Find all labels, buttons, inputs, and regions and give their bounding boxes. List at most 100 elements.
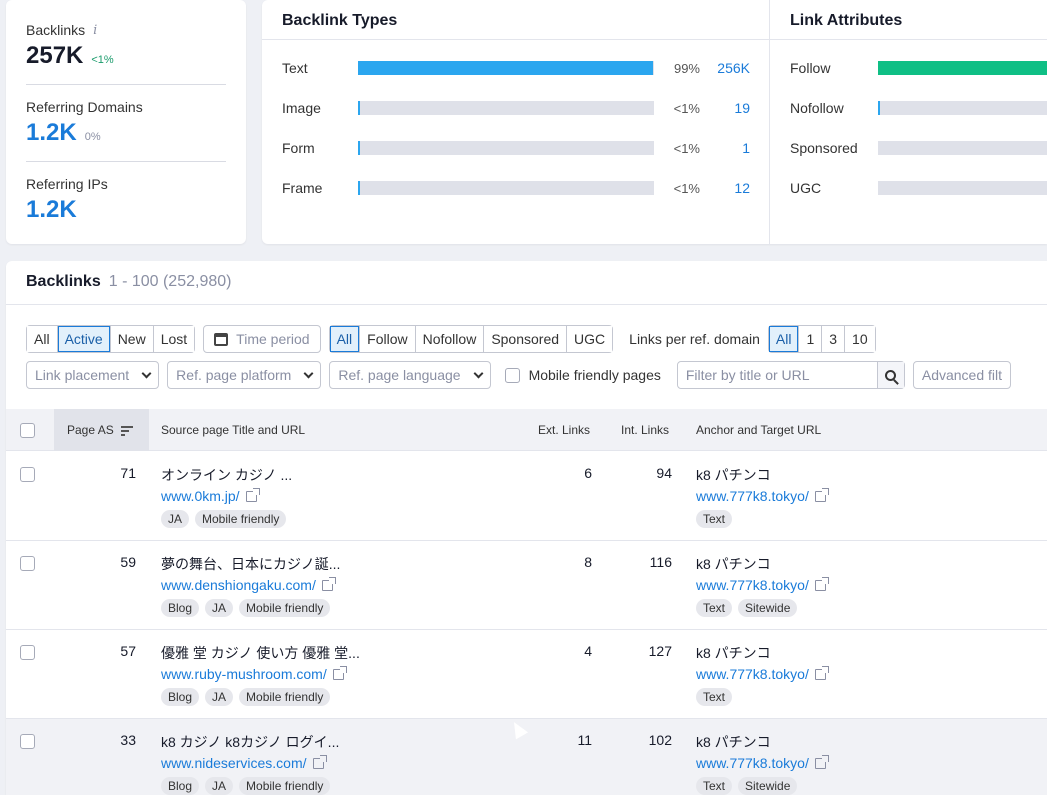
- status-lost-button[interactable]: Lost: [153, 326, 195, 352]
- search-button[interactable]: [876, 362, 904, 388]
- source-tag: Mobile friendly: [239, 599, 331, 617]
- link-attribute-row[interactable]: Sponsored: [790, 138, 1047, 158]
- status-all-button[interactable]: All: [27, 326, 58, 352]
- backlinks-value: 257K: [26, 42, 84, 69]
- backlink-type-pct: <1%: [673, 100, 700, 116]
- mobile-friendly-checkbox[interactable]: [504, 367, 520, 383]
- backlink-type-count[interactable]: 1: [700, 140, 750, 156]
- column-page-as[interactable]: Page AS: [54, 409, 149, 451]
- time-period-button[interactable]: Time period: [203, 325, 321, 353]
- table-row[interactable]: 71 オンライン カジノ ... www.0km.jp/JA Mobile frien…: [6, 452, 1047, 541]
- calendar-icon: [214, 332, 229, 346]
- target-url-link[interactable]: www.777k8.tokyo/: [696, 487, 829, 504]
- select-all-checkbox[interactable]: [20, 423, 35, 439]
- type-ugc-button[interactable]: UGC: [567, 326, 613, 352]
- external-link-icon[interactable]: [814, 487, 829, 502]
- anchor-tag: Text: [696, 510, 733, 528]
- source-tag: Mobile friendly: [239, 688, 331, 706]
- backlink-type-row[interactable]: Image <1% 19: [282, 98, 762, 118]
- row-checkbox[interactable]: [20, 467, 35, 482]
- backlinks-metric[interactable]: Backlinks i 257K <1%: [26, 0, 226, 85]
- link-attribute-row[interactable]: Nofollow: [790, 98, 1047, 118]
- anchor-text: k8 パチンコ: [696, 467, 771, 483]
- backlink-types-title: Backlink Types: [282, 12, 398, 29]
- links-per-3-button[interactable]: 3: [822, 326, 846, 352]
- link-attribute-row[interactable]: Follow: [790, 58, 1047, 78]
- int-links-value[interactable]: 102: [616, 732, 672, 748]
- backlink-type-label: Form: [282, 140, 315, 156]
- external-link-icon[interactable]: [321, 576, 336, 591]
- ext-links-value[interactable]: 6: [536, 465, 592, 481]
- referring-domains-value[interactable]: 1.2K: [26, 119, 77, 147]
- links-per-domain-label: Links per ref. domain: [629, 331, 760, 347]
- anchor-tag: Sitewide: [738, 777, 798, 795]
- referring-domains-metric[interactable]: Referring Domains 1.2K 0%: [26, 85, 226, 162]
- backlink-type-row[interactable]: Text 99% 256K: [282, 58, 762, 78]
- external-link-icon[interactable]: [814, 754, 829, 769]
- status-new-button[interactable]: New: [110, 326, 154, 352]
- source-url: www.ruby-mushroom.com/: [161, 666, 327, 682]
- external-link-icon[interactable]: [814, 665, 829, 680]
- link-attribute-bar: [878, 181, 1047, 195]
- backlink-type-pct: <1%: [673, 180, 700, 196]
- target-url-link[interactable]: www.777k8.tokyo/: [696, 754, 829, 771]
- advanced-filters-button[interactable]: Advanced filt: [912, 361, 1012, 389]
- table-row[interactable]: 57 優雅 堂 カジノ 使い方 優雅 堂... www.ruby-mushroom.…: [6, 630, 1047, 719]
- source-url-link[interactable]: www.nideservices.com/: [161, 754, 339, 771]
- row-checkbox[interactable]: [20, 734, 35, 749]
- links-per-all-button[interactable]: All: [768, 326, 800, 352]
- search-input[interactable]: [677, 362, 877, 388]
- backlink-type-count[interactable]: 12: [700, 180, 750, 196]
- links-per-1-button[interactable]: 1: [799, 326, 823, 352]
- backlink-type-label: Text: [282, 60, 308, 76]
- target-url-link[interactable]: www.777k8.tokyo/: [696, 665, 829, 682]
- type-follow-button[interactable]: Follow: [360, 326, 416, 352]
- backlink-type-count[interactable]: 19: [700, 100, 750, 116]
- source-title: 優雅 堂 カジノ 使い方 優雅 堂...: [161, 645, 360, 661]
- ref-page-platform-dropdown[interactable]: Ref. page platform: [167, 361, 322, 389]
- link-attribute-row[interactable]: UGC: [790, 178, 1047, 198]
- info-icon[interactable]: i: [93, 23, 97, 38]
- ref-page-language-dropdown[interactable]: Ref. page language: [329, 361, 491, 389]
- int-links-value[interactable]: 116: [616, 554, 672, 570]
- referring-ips-metric[interactable]: Referring IPs 1.2K: [26, 162, 226, 224]
- status-active-button[interactable]: Active: [57, 326, 111, 352]
- ext-links-value[interactable]: 8: [536, 554, 592, 570]
- external-link-icon[interactable]: [312, 754, 327, 769]
- row-checkbox[interactable]: [20, 645, 35, 660]
- source-url-link[interactable]: www.denshiongaku.com/: [161, 576, 340, 593]
- int-links-value[interactable]: 127: [616, 643, 672, 659]
- column-ext-links[interactable]: Ext. Links: [538, 409, 590, 451]
- type-nofollow-button[interactable]: Nofollow: [415, 326, 485, 352]
- type-all-button[interactable]: All: [329, 326, 361, 352]
- referring-ips-value[interactable]: 1.2K: [26, 196, 77, 224]
- ext-links-value[interactable]: 4: [536, 643, 592, 659]
- table-row[interactable]: 59 夢の舞台、日本にカジノ誕... www.denshiongaku.com/Bl…: [6, 541, 1047, 630]
- column-source[interactable]: Source page Title and URL: [161, 409, 305, 451]
- target-url-link[interactable]: www.777k8.tokyo/: [696, 576, 829, 593]
- anchor-tag: Text: [696, 599, 733, 617]
- row-checkbox[interactable]: [20, 556, 35, 571]
- type-sponsored-button[interactable]: Sponsored: [484, 326, 568, 352]
- ext-links-value[interactable]: 11: [536, 732, 592, 748]
- column-anchor[interactable]: Anchor and Target URL: [696, 409, 821, 451]
- int-links-value[interactable]: 94: [616, 465, 672, 481]
- external-link-icon[interactable]: [814, 576, 829, 591]
- backlink-type-row[interactable]: Frame <1% 12: [282, 178, 762, 198]
- mobile-friendly-toggle[interactable]: Mobile friendly pages: [504, 367, 661, 383]
- target-url: www.777k8.tokyo/: [696, 577, 809, 593]
- source-url-link[interactable]: www.ruby-mushroom.com/: [161, 665, 360, 682]
- anchor-tag: Text: [696, 688, 733, 706]
- source-url-link[interactable]: www.0km.jp/: [161, 487, 292, 504]
- column-int-links[interactable]: Int. Links: [621, 409, 669, 451]
- external-link-icon[interactable]: [332, 665, 347, 680]
- source-tag: Mobile friendly: [239, 777, 331, 795]
- backlink-type-count[interactable]: 256K: [700, 60, 750, 76]
- backlink-type-row[interactable]: Form <1% 1: [282, 138, 762, 158]
- search-icon: [885, 369, 897, 381]
- target-url: www.777k8.tokyo/: [696, 755, 809, 771]
- link-placement-dropdown[interactable]: Link placement: [26, 361, 160, 389]
- external-link-icon[interactable]: [245, 487, 260, 502]
- links-per-10-button[interactable]: 10: [845, 326, 875, 352]
- anchor-text: k8 パチンコ: [696, 645, 771, 661]
